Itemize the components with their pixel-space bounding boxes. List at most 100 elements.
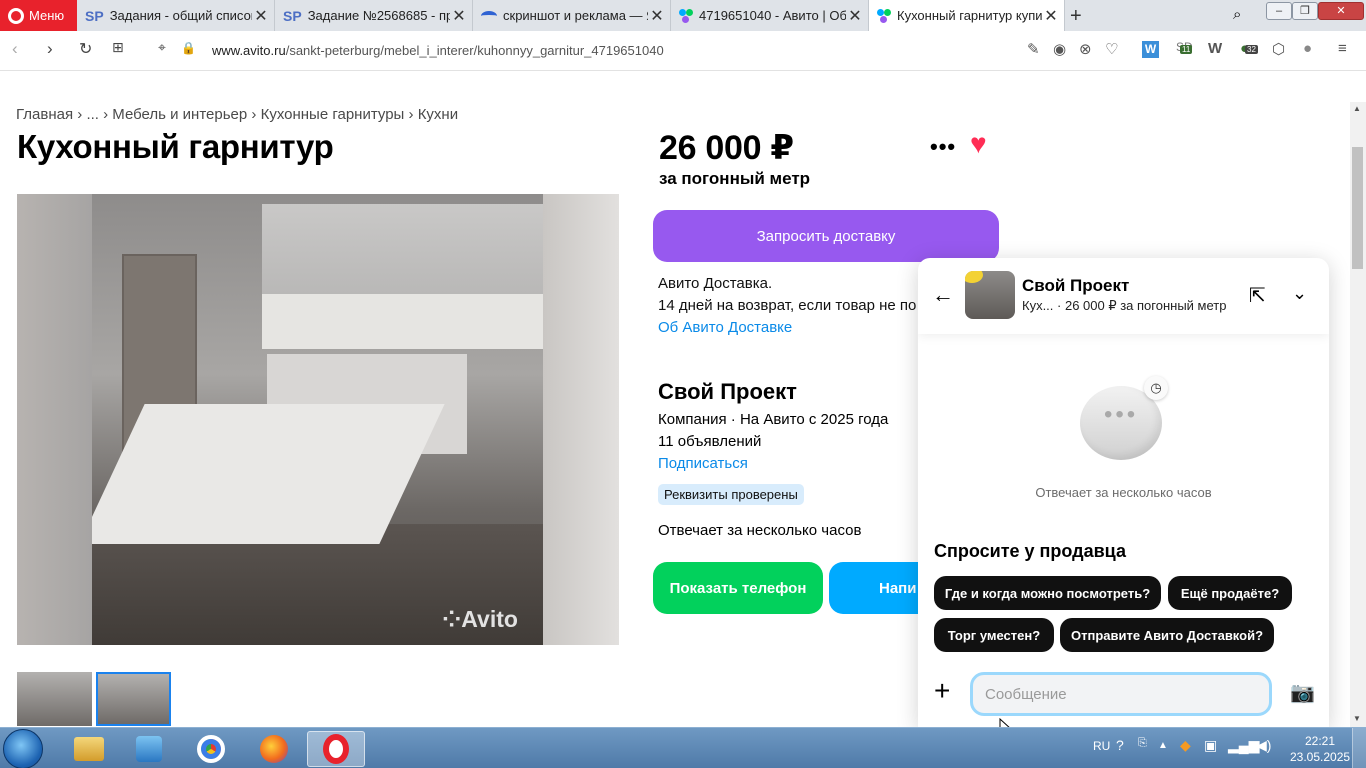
photo-gallery[interactable]: ⁘Avito [17,194,619,645]
delivery-info: Авито Доставка. 14 дней на возврат, если… [658,273,916,339]
profile-icon[interactable]: ● [1303,40,1312,57]
help-icon[interactable]: ? [1116,737,1124,753]
location-icon[interactable]: ⌖ [158,39,166,56]
taskbar-opera[interactable] [307,731,365,767]
tab-close-icon[interactable]: ✕ [1042,6,1060,26]
message-input[interactable] [970,672,1272,716]
network-icon[interactable]: ▂▄▆ [1228,737,1259,754]
taskbar-firefox[interactable] [245,731,303,767]
more-options-icon[interactable]: ••• [930,134,956,160]
close-window-button[interactable]: ✕ [1318,2,1364,20]
url-field[interactable]: www.avito.ru/sankt-peterburg/mebel_i_int… [212,43,664,58]
show-phone-button[interactable]: Показать телефон [653,562,823,614]
scroll-thumb[interactable] [1352,147,1363,269]
taskbar-chrome[interactable] [182,731,240,767]
breadcrumb-furniture[interactable]: Мебель и интерьер [112,106,247,123]
scroll-up-icon[interactable]: ▲ [1353,104,1361,113]
minimize-button[interactable]: – [1266,2,1292,20]
tab-yandex[interactable]: скриншот и реклама — Ян ✕ [473,0,671,31]
opera-menu-button[interactable]: Меню [0,0,77,31]
seller-info: Компания · На Авито с 2025 года 11 объяв… [658,409,888,475]
open-external-icon[interactable]: ⇱ [1249,283,1266,308]
opera-icon [323,734,349,764]
taskbar-explorer[interactable] [60,731,118,767]
seller-response-time: Отвечает за несколько часов [658,522,862,539]
scroll-down-icon[interactable]: ▼ [1353,714,1361,723]
breadcrumb-separator: › [251,106,261,123]
lock-icon[interactable]: 🔒 [181,41,196,55]
tray-app-icon[interactable]: ◆ [1180,737,1191,754]
seller-name[interactable]: Свой Проект [658,379,797,405]
start-button[interactable] [3,729,43,768]
system-clock[interactable]: 22:21 23.05.2025 [1290,733,1350,765]
word-extension-icon[interactable]: W [1142,41,1159,58]
delivery-about-link[interactable]: Об Авито Доставке [658,317,916,339]
tracker-block-icon[interactable]: ⊗ [1079,40,1092,58]
easy-setup-icon[interactable]: ≡ [1338,40,1347,57]
reload-icon[interactable]: ↻ [79,39,92,59]
subscribe-link[interactable]: Подписаться [658,453,888,475]
seller-ads-count[interactable]: 11 объявлений [658,431,888,453]
breadcrumb-ellipsis[interactable]: ... [86,106,99,123]
cube-extension-icon[interactable]: ⬡ [1272,40,1285,58]
tabs-grid-icon[interactable]: ⊞ [112,39,124,56]
camera-icon[interactable]: 📷 [1290,680,1315,705]
watermark-dots-icon: ⁘ [442,606,462,632]
chevron-down-icon[interactable]: ⌄ [1292,283,1307,304]
chat-item-thumbnail[interactable] [965,271,1015,319]
heart-bookmark-icon[interactable]: ♡ [1105,40,1118,58]
breadcrumb-kitchen-sets[interactable]: Кухонные гарнитуры [261,106,405,123]
tab-zadaniya[interactable]: SP Задания - общий список з ✕ [77,0,275,31]
kitchen-photo[interactable] [92,194,543,645]
url-domain: www.avito.ru [212,43,286,58]
quick-question-chip[interactable]: Где и когда можно посмотреть? [934,576,1161,610]
avito-favicon-icon [679,8,693,23]
attach-plus-icon[interactable]: + [934,677,950,705]
tab-close-icon[interactable]: ✕ [252,6,270,26]
tab-zadanie[interactable]: SP Задание №2568685 - прос ✕ [275,0,473,31]
show-desktop-button[interactable] [1352,728,1366,768]
chrome-icon [197,735,225,763]
share-icon[interactable]: ✎ [1027,40,1040,58]
gallery-thumbnail[interactable] [17,672,92,726]
tab-kitchen-active[interactable]: Кухонный гарнитур купит ✕ [869,0,1065,31]
quick-question-chip[interactable]: Отправите Авито Доставкой? [1060,618,1274,652]
tray-device-icon[interactable]: ▣ [1204,737,1217,754]
breadcrumb-home[interactable]: Главная [16,106,73,123]
page-title: Кухонный гарнитур [17,128,334,165]
snapshot-icon[interactable]: ◉ [1053,40,1066,58]
price-unit: за погонный метр [659,169,811,188]
tab-title: скриншот и реклама — Ян [503,8,648,23]
back-arrow-icon[interactable]: ← [932,282,954,308]
page-scrollbar[interactable]: ▲ ▼ [1350,102,1366,727]
request-delivery-button[interactable]: Запросить доставку [653,210,999,262]
quick-question-chip[interactable]: Торг уместен? [934,618,1054,652]
breadcrumb-kitchens[interactable]: Кухни [418,106,458,123]
seo-extension-badge: 11 [1180,45,1193,54]
quick-question-chip[interactable]: Ещё продаёте? [1168,576,1292,610]
volume-icon[interactable]: ◀) [1256,737,1271,754]
tab-close-icon[interactable]: ✕ [648,6,666,26]
clock-icon: ◷ [1144,376,1168,400]
tab-close-icon[interactable]: ✕ [450,6,468,26]
tab-avito-search[interactable]: 4719651040 - Авито | Объ ✕ [671,0,869,31]
green-extension-badge: 32 [1245,45,1258,54]
chat-header: ← Свой Проект Кух... · 26 000 ₽ за погон… [918,258,1329,334]
verified-badge: Реквизиты проверены [658,484,804,505]
maximize-button[interactable]: ❐ [1292,2,1318,20]
notification-icon[interactable]: ⎘ [1138,737,1147,750]
new-tab-icon[interactable]: + [1070,5,1082,28]
gallery-thumbnail-active[interactable] [96,672,171,726]
tray-expand-icon[interactable]: ▲ [1158,740,1168,751]
back-icon[interactable]: ‹ [12,39,18,59]
price: 26 000 ₽ [659,129,794,167]
taskbar-media-player[interactable] [120,731,178,767]
tab-close-icon[interactable]: ✕ [846,6,864,26]
tray-language[interactable]: RU [1093,739,1110,753]
favorite-heart-icon[interactable]: ♥ [970,128,987,160]
media-player-icon [136,736,162,762]
forward-icon[interactable]: › [47,39,53,59]
chat-seller-name: Свой Проект [1022,276,1130,295]
tab-search-icon[interactable]: ⌕ [1233,6,1241,23]
w-extension-icon[interactable]: W [1208,40,1222,57]
